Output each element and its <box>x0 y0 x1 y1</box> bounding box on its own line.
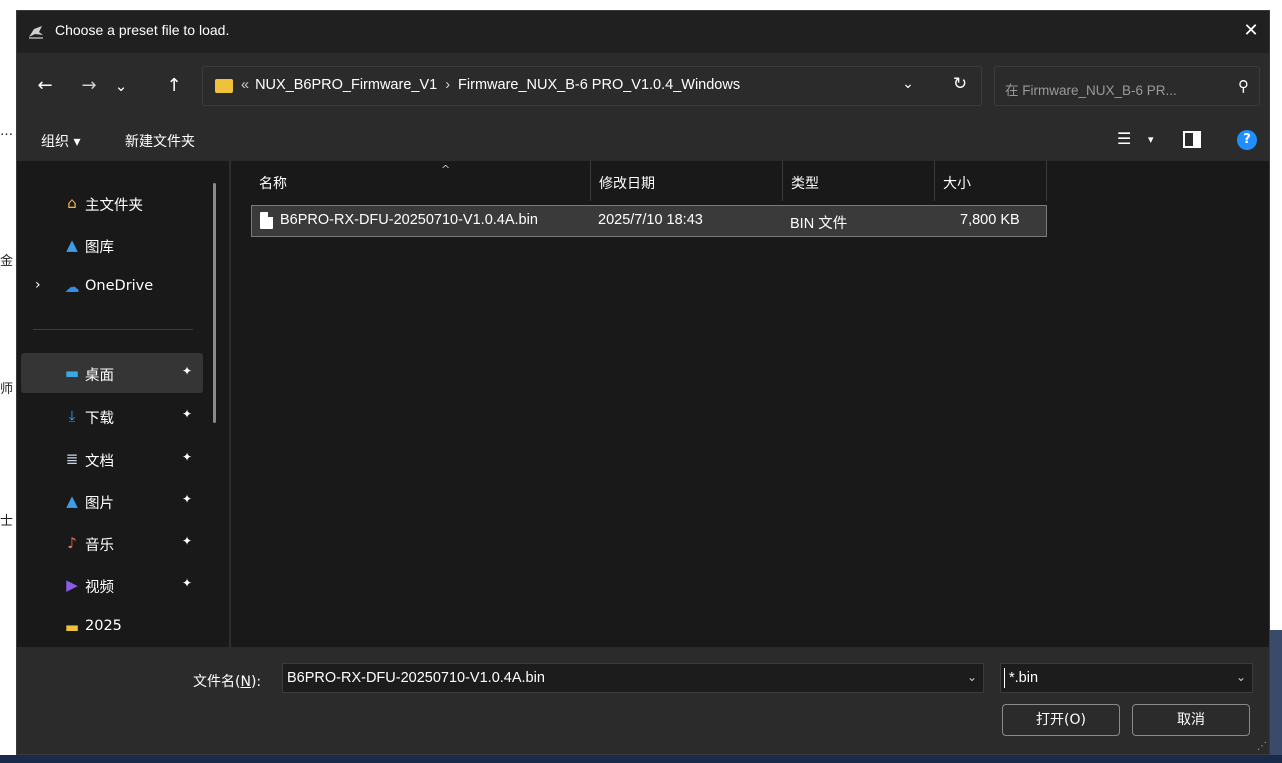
pin-icon: ✦ <box>182 407 193 421</box>
pin-icon: ✦ <box>182 364 193 378</box>
address-bar[interactable]: « NUX_B6PRO_Firmware_V1 › Firmware_NUX_B-6 … <box>202 66 982 106</box>
open-button[interactable]: 打开(O) <box>1002 704 1120 736</box>
sidebar-item-home[interactable]: ⌂ 主文件夹 <box>17 183 207 223</box>
table-row[interactable]: B6PRO-RX-DFU-20250710-V1.0.4A.bin 2025/7… <box>251 205 1047 237</box>
sidebar-item-music[interactable]: ♪ 音乐 ✦ <box>17 523 207 563</box>
resize-grip-icon[interactable]: ⋰ <box>1257 741 1267 752</box>
sidebar-item-label: 主文件夹 <box>85 198 143 214</box>
refresh-button[interactable]: ↻ <box>948 74 972 94</box>
new-folder-button[interactable]: 新建文件夹 <box>125 131 195 151</box>
sidebar-item-label: 2025 <box>85 618 122 634</box>
column-header-type[interactable]: 类型 <box>783 161 935 201</box>
up-button[interactable]: ↑ <box>162 75 186 99</box>
sidebar-item-videos[interactable]: ▶ 视频 ✦ <box>17 565 207 605</box>
cancel-button[interactable]: 取消 <box>1132 704 1250 736</box>
file-open-dialog: Choose a preset file to load. ✕ ← → ⌄ ↑ … <box>16 10 1270 755</box>
document-icon: ≣ <box>65 450 79 468</box>
background-text: 师 <box>0 382 14 397</box>
video-icon: ▶ <box>66 576 78 594</box>
title-bar[interactable]: Choose a preset file to load. ✕ <box>17 11 1269 53</box>
search-box[interactable]: 在 Firmware_NUX_B-6 PR... ⚲ <box>994 66 1260 106</box>
breadcrumb-item[interactable]: Firmware_NUX_B-6 PRO_V1.0.4_Windows <box>458 77 740 93</box>
sidebar-item-gallery[interactable]: ▲ 图库 <box>17 225 207 265</box>
sidebar-item-folder-2025[interactable]: ▬ 2025 <box>17 607 207 647</box>
window-title: Choose a preset file to load. <box>55 22 230 38</box>
breadcrumb: « NUX_B6PRO_Firmware_V1 › Firmware_NUX_B-6 … <box>241 77 740 93</box>
filename-value[interactable]: B6PRO-RX-DFU-20250710-V1.0.4A.bin <box>287 670 545 686</box>
breadcrumb-item[interactable]: NUX_B6PRO_Firmware_V1 <box>255 77 437 93</box>
view-dropdown-icon[interactable]: ▾ <box>1148 133 1154 146</box>
background-text: … <box>0 124 13 139</box>
preview-pane-icon[interactable] <box>1183 131 1201 148</box>
taskbar-strip <box>0 755 1282 763</box>
view-options-icon[interactable]: ☰ <box>1117 129 1131 148</box>
back-button[interactable]: ← <box>33 75 57 99</box>
sidebar-item-label: 文档 <box>85 454 114 470</box>
app-icon <box>29 26 43 39</box>
cloud-icon: ☁ <box>64 278 80 296</box>
pin-icon: ✦ <box>182 576 193 590</box>
background-text: 金 <box>0 254 14 269</box>
search-icon[interactable]: ⚲ <box>1238 77 1249 95</box>
expand-chevron-icon[interactable]: › <box>35 277 41 293</box>
navigation-scrollbar[interactable] <box>213 183 216 423</box>
column-header-size[interactable]: 大小 <box>935 161 1047 201</box>
column-header-modified[interactable]: 修改日期 <box>591 161 783 201</box>
folder-icon <box>215 79 233 93</box>
sidebar-item-desktop[interactable]: ▬ 桌面 ✦ <box>21 353 203 393</box>
command-bar: 组织 ▾ 新建文件夹 ☰ ▾ ? <box>17 119 1269 161</box>
sidebar-item-label: OneDrive <box>85 278 154 294</box>
chevron-down-icon[interactable]: ⌄ <box>967 670 977 684</box>
column-header-name[interactable]: 名称 ^ <box>251 161 591 201</box>
sidebar-item-label: 下载 <box>85 411 114 427</box>
file-list: 名称 ^ 修改日期 类型 大小 B6PRO-RX-DFU-20250710-V1… <box>231 161 1269 647</box>
sort-ascending-icon: ^ <box>441 163 451 176</box>
pin-icon: ✦ <box>182 492 193 506</box>
sidebar-item-label: 图库 <box>85 240 114 256</box>
sidebar-item-pictures[interactable]: ▲ 图片 ✦ <box>17 481 207 521</box>
sidebar-item-downloads[interactable]: ⤓ 下载 ✦ <box>17 396 207 436</box>
address-dropdown-button[interactable]: ⌄ <box>898 76 918 92</box>
desktop-background-top <box>0 0 1282 10</box>
navigation-bar: ← → ⌄ ↑ « NUX_B6PRO_Firmware_V1 › Firmware_… <box>17 53 1269 119</box>
background-text: 士 <box>0 514 14 529</box>
file-icon <box>260 212 273 229</box>
sidebar-item-label: 图片 <box>85 496 114 512</box>
file-type-value: *.bin <box>1009 670 1039 686</box>
pin-icon: ✦ <box>182 450 193 464</box>
breadcrumb-separator[interactable]: › <box>445 77 450 93</box>
file-size: 7,800 KB <box>960 212 1020 228</box>
sidebar-item-label: 桌面 <box>85 368 114 384</box>
help-icon[interactable]: ? <box>1237 130 1257 150</box>
file-type-select[interactable]: *.bin ⌄ <box>1000 663 1253 693</box>
pin-icon: ✦ <box>182 534 193 548</box>
sidebar-item-documents[interactable]: ≣ 文档 ✦ <box>17 439 207 479</box>
organize-button[interactable]: 组织 ▾ <box>41 131 80 151</box>
forward-button[interactable]: → <box>77 75 101 99</box>
folder-icon: ▬ <box>64 618 80 636</box>
file-modified: 2025/7/10 18:43 <box>598 212 703 228</box>
filename-field[interactable]: B6PRO-RX-DFU-20250710-V1.0.4A.bin ⌄ <box>282 663 984 693</box>
search-input[interactable]: 在 Firmware_NUX_B-6 PR... <box>1005 79 1177 99</box>
pictures-icon: ▲ <box>66 492 78 510</box>
sidebar-item-label: 音乐 <box>85 538 114 554</box>
sidebar-item-onedrive[interactable]: › ☁ OneDrive <box>17 267 207 307</box>
navigation-pane: ⌂ 主文件夹 ▲ 图库 › ☁ OneDrive ▬ 桌面 ✦ ⤓ 下载 ✦ ≣… <box>17 161 229 647</box>
desktop-background-right <box>1270 0 1282 763</box>
sidebar-divider <box>33 329 193 330</box>
footer-bar: 文件名(N): B6PRO-RX-DFU-20250710-V1.0.4A.bi… <box>17 647 1269 754</box>
filename-label: 文件名(N): <box>193 674 262 690</box>
sidebar-item-label: 视频 <box>85 580 114 596</box>
breadcrumb-overflow[interactable]: « <box>241 77 249 93</box>
recent-locations-button[interactable]: ⌄ <box>109 75 133 99</box>
file-name: B6PRO-RX-DFU-20250710-V1.0.4A.bin <box>280 212 538 228</box>
music-icon: ♪ <box>67 534 77 552</box>
close-button[interactable]: ✕ <box>1233 11 1269 53</box>
download-icon: ⤓ <box>68 407 76 425</box>
gallery-icon: ▲ <box>66 236 78 254</box>
home-icon: ⌂ <box>67 194 77 212</box>
desktop-icon: ▬ <box>64 364 80 382</box>
chevron-down-icon[interactable]: ⌄ <box>1236 670 1246 684</box>
file-type: BIN 文件 <box>790 216 848 232</box>
